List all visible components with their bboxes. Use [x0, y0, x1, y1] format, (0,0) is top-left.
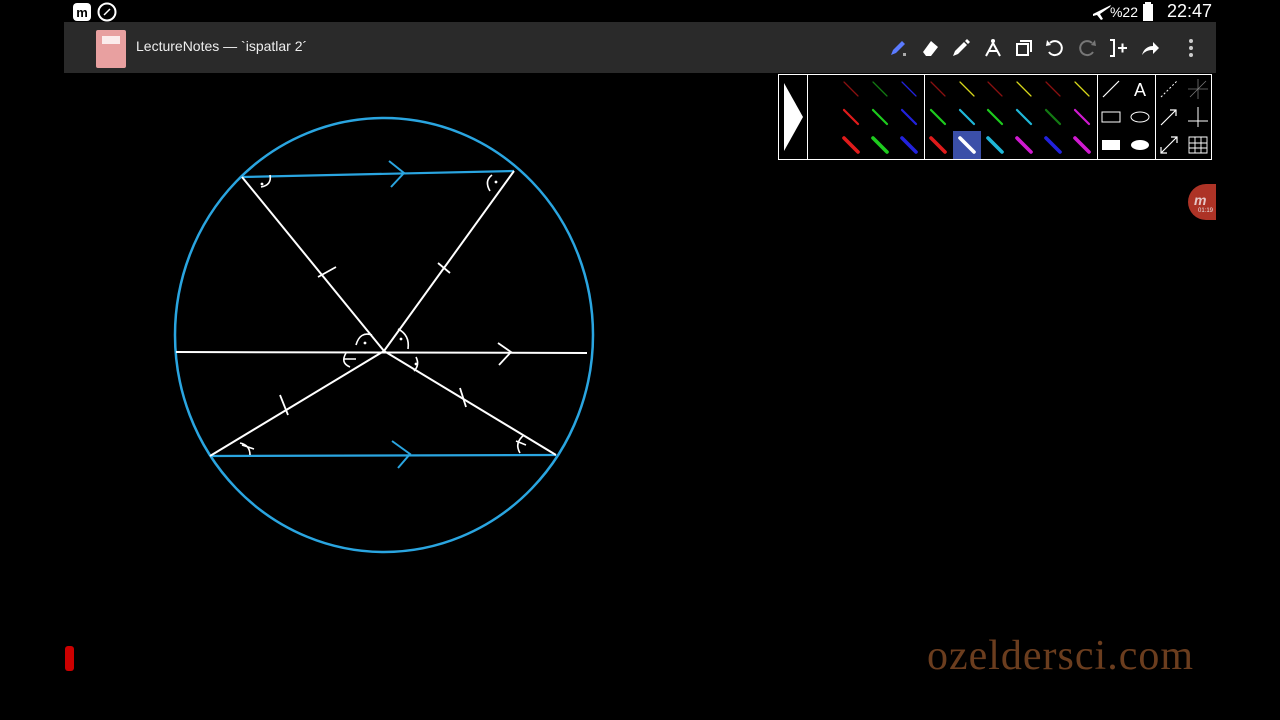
angle-mark	[486, 174, 493, 192]
compass-icon	[97, 2, 117, 22]
side-panel-handle[interactable]: m 01:19	[1188, 184, 1216, 220]
insert-icon[interactable]	[1105, 35, 1131, 61]
top-chord	[241, 169, 515, 179]
undo-icon[interactable]	[1042, 35, 1068, 61]
bottom-chord	[209, 453, 557, 458]
action-bar: LectureNotes — `ispatlar 2´	[64, 22, 1216, 73]
watermark: ozeldersci.com	[926, 633, 1194, 679]
chord-line-2	[209, 170, 515, 457]
chord-line-1	[241, 176, 557, 456]
angle-mark	[239, 442, 255, 456]
notification-app-icon: m	[72, 2, 92, 22]
compass-tool-icon[interactable]	[980, 35, 1006, 61]
side-handle-timer: 01:19	[1198, 208, 1214, 214]
angle-mark	[515, 434, 527, 454]
status-bar: m %22 22:47	[64, 0, 1216, 22]
angle-mark	[397, 328, 410, 350]
side-handle-label: m	[1194, 192, 1207, 208]
copy-icon[interactable]	[1011, 35, 1037, 61]
redo-icon[interactable]	[1074, 35, 1100, 61]
highlighter-icon[interactable]	[948, 35, 974, 61]
clock: 22:47	[1166, 1, 1212, 21]
svg-text:m: m	[76, 5, 88, 20]
circle-stroke	[173, 116, 595, 554]
notebook-icon[interactable]	[96, 30, 126, 68]
notebook-title: LectureNotes — `ispatlar 2´	[136, 38, 308, 54]
diameter-arrow	[497, 342, 513, 366]
tick-mark	[437, 262, 451, 274]
share-icon[interactable]	[1137, 35, 1163, 61]
battery-icon	[1142, 2, 1154, 22]
drawing-canvas[interactable]	[64, 73, 1216, 683]
pen-tool-icon[interactable]	[885, 35, 911, 61]
overflow-menu-icon[interactable]	[1178, 35, 1204, 61]
record-indicator	[65, 646, 74, 671]
eraser-icon[interactable]	[917, 35, 943, 61]
battery-percentage: %22	[1109, 4, 1138, 20]
angle-mark	[342, 352, 356, 368]
